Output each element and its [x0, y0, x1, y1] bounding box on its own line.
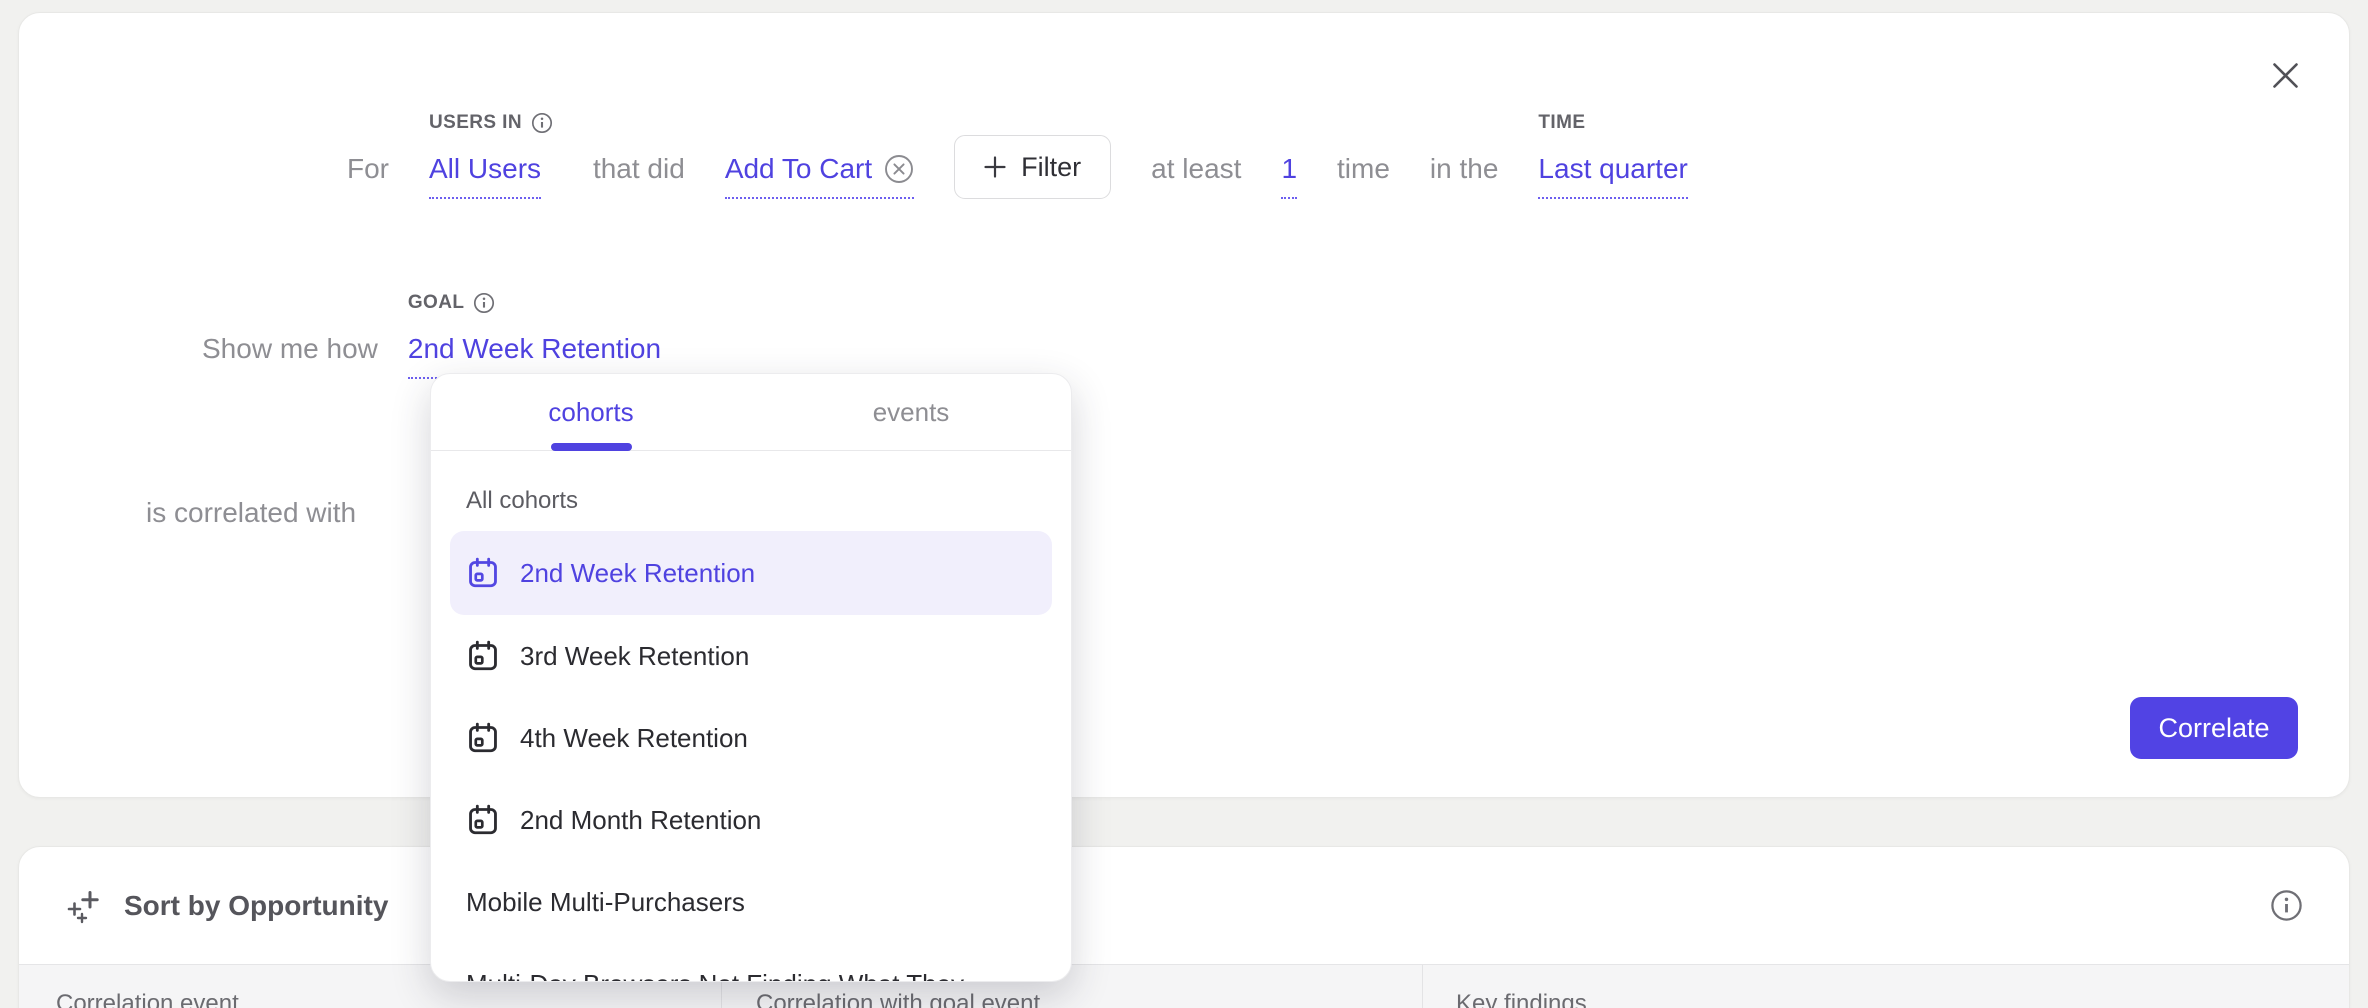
- filter-label: Filter: [1021, 152, 1081, 183]
- plus-icon: [984, 156, 1006, 178]
- sparkle-sort-icon: [67, 888, 103, 924]
- users-in-label: USERS IN: [429, 112, 553, 134]
- goal-label: GOAL: [408, 292, 496, 314]
- list-item-cohort[interactable]: 4th Week Retention: [450, 697, 1052, 779]
- calendar-icon: [466, 721, 500, 755]
- is-correlated-with-label: is correlated with: [146, 497, 356, 529]
- goal-dropdown: cohorts events All cohorts 2nd Week Rete…: [430, 373, 1072, 982]
- cohort-list: 2nd Week Retention 3rd Week Retention: [431, 531, 1071, 982]
- tab-events[interactable]: events: [751, 374, 1071, 450]
- results-table-header: Correlation event Correlation with goal …: [19, 964, 2349, 1008]
- list-item-cohort[interactable]: Mobile Multi-Purchasers: [450, 861, 1052, 943]
- sort-row: Sort by Opportunity: [19, 847, 2349, 964]
- remove-event-icon[interactable]: [884, 154, 914, 184]
- calendar-icon: [466, 803, 500, 837]
- add-filter-button[interactable]: Filter: [954, 135, 1111, 199]
- event-selector[interactable]: Add To Cart: [725, 153, 914, 199]
- calendar-icon: [466, 639, 500, 673]
- list-item-cohort[interactable]: 3rd Week Retention: [450, 615, 1052, 697]
- active-tab-indicator: [551, 443, 632, 451]
- dropdown-tabs: cohorts events: [431, 374, 1071, 451]
- list-item-cohort[interactable]: 2nd Week Retention: [450, 531, 1052, 615]
- count-selector[interactable]: 1: [1281, 153, 1297, 199]
- section-label-all-cohorts: All cohorts: [466, 487, 1071, 515]
- close-button[interactable]: [2263, 53, 2307, 97]
- column-header-key-findings: Key findings: [1456, 990, 1587, 1008]
- time-range-selector[interactable]: Last quarter: [1538, 153, 1687, 199]
- time-word: time: [1337, 153, 1390, 185]
- in-the-label: in the: [1430, 153, 1499, 185]
- query-row-goal: Show me how GOAL 2nd Week Retention: [202, 259, 661, 381]
- sort-by-opportunity-button[interactable]: Sort by Opportunity: [124, 890, 388, 922]
- query-row-users: For USERS IN All Users that did Add To C…: [347, 79, 1688, 201]
- column-header-correlation-event: Correlation event: [56, 990, 239, 1008]
- list-item-cohort[interactable]: Multi-Day Browsers Not Finding What They: [450, 943, 1052, 982]
- info-icon[interactable]: [473, 292, 495, 314]
- column-divider: [1422, 965, 1423, 1008]
- column-header-correlation-with-goal: Correlation with goal event: [756, 990, 1040, 1008]
- results-panel: Sort by Opportunity Correlation event Co…: [18, 846, 2350, 1008]
- time-label: TIME: [1538, 112, 1585, 134]
- info-icon[interactable]: [2270, 889, 2303, 922]
- info-icon[interactable]: [531, 112, 553, 134]
- close-icon: [2272, 62, 2299, 89]
- tab-cohorts[interactable]: cohorts: [431, 374, 751, 450]
- list-item-cohort[interactable]: 2nd Month Retention: [450, 779, 1052, 861]
- query-builder-panel: For USERS IN All Users that did Add To C…: [18, 12, 2350, 798]
- segment-selector[interactable]: All Users: [429, 153, 541, 199]
- at-least-label: at least: [1151, 153, 1241, 185]
- that-did-label: that did: [593, 153, 685, 185]
- calendar-icon: [466, 556, 500, 590]
- show-me-how-label: Show me how: [202, 333, 378, 365]
- correlate-button[interactable]: Correlate: [2130, 697, 2298, 759]
- for-label: For: [347, 153, 389, 185]
